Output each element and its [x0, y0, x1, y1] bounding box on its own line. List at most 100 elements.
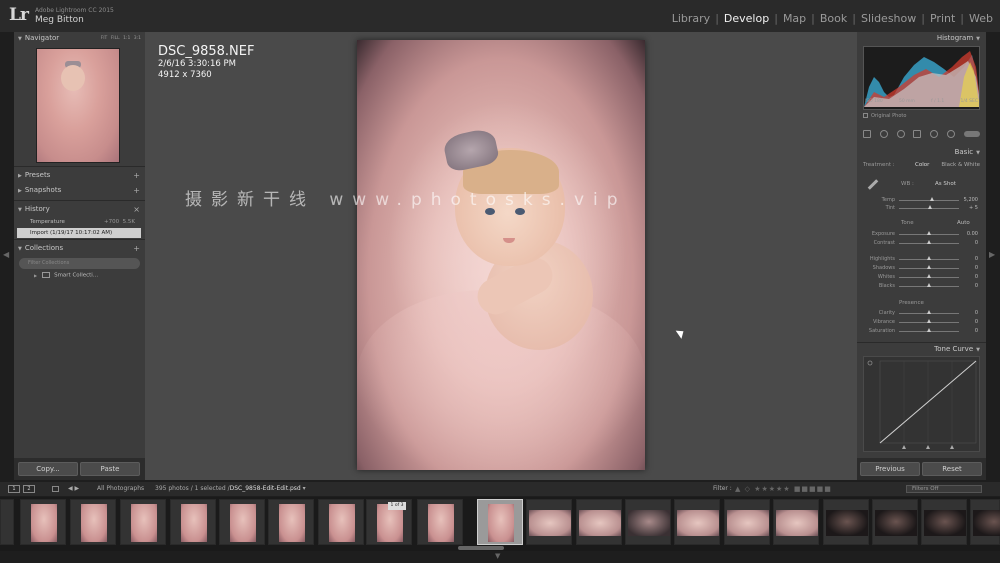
slider-handle[interactable]: [926, 231, 931, 235]
back-forward-arrows-icon[interactable]: ◀ ▶: [68, 482, 79, 496]
current-file-name[interactable]: DSC_9858-Edit-Edit.psd: [230, 485, 301, 492]
filmstrip-thumbnail[interactable]: [921, 499, 967, 545]
rating-filter-stars-icon[interactable]: ▲ ◇ ★★★★★ ■■■■■: [735, 482, 832, 496]
slider-temp[interactable]: Temp 5,200: [863, 196, 980, 204]
main-window-button[interactable]: 1: [8, 485, 20, 493]
red-eye-icon[interactable]: [896, 130, 905, 138]
previous-button[interactable]: Previous: [860, 462, 920, 476]
secondary-window-button[interactable]: 2: [23, 485, 35, 493]
slider-value[interactable]: 0: [975, 282, 978, 290]
graduated-filter-icon[interactable]: [913, 130, 922, 138]
module-develop[interactable]: Develop: [723, 12, 770, 25]
module-print[interactable]: Print: [929, 12, 956, 25]
filmstrip-thumbnail-selected[interactable]: [477, 499, 523, 545]
module-slideshow[interactable]: Slideshow: [860, 12, 917, 25]
module-map[interactable]: Map: [782, 12, 807, 25]
slider-exposure[interactable]: Exposure 0.00: [863, 230, 980, 238]
slider-blacks[interactable]: Blacks 0: [863, 282, 980, 290]
slider-handle[interactable]: [926, 265, 931, 269]
presets-header[interactable]: ▶ Presets +: [14, 169, 145, 182]
filmstrip-thumbnail[interactable]: [674, 499, 720, 545]
snapshots-header[interactable]: ▶ Snapshots +: [14, 184, 145, 197]
collections-header[interactable]: ▼ Collections +: [14, 242, 145, 255]
left-panel-toggle[interactable]: ◀: [0, 32, 14, 482]
slider-value[interactable]: 0: [975, 273, 978, 281]
filmstrip-thumbnail[interactable]: [219, 499, 265, 545]
slider-handle[interactable]: [926, 283, 931, 287]
image-canvas[interactable]: DSC_9858.NEF 2/6/16 3:30:16 PM 4912 x 73…: [145, 32, 857, 480]
user-name[interactable]: Meg Bitton: [35, 15, 84, 25]
radial-filter-icon[interactable]: [930, 130, 939, 138]
grid-view-icon[interactable]: [52, 486, 59, 492]
filmstrip-thumbnail[interactable]: [20, 499, 66, 545]
slider-value[interactable]: 0.00: [967, 230, 978, 238]
filmstrip-thumbnail[interactable]: [823, 499, 869, 545]
slider-handle[interactable]: [929, 197, 934, 201]
slider-value[interactable]: 0: [975, 318, 978, 326]
slider-handle[interactable]: [926, 310, 931, 314]
slider-tint[interactable]: Tint + 5: [863, 204, 980, 212]
plus-icon[interactable]: +: [133, 184, 140, 197]
slider-value[interactable]: 0: [975, 327, 978, 335]
wb-dropdown[interactable]: As Shot: [935, 181, 956, 187]
slider-value[interactable]: 0: [975, 239, 978, 247]
slider-saturation[interactable]: Saturation 0: [863, 327, 980, 335]
spot-removal-icon[interactable]: [879, 130, 888, 138]
treatment-bw-option[interactable]: Black & White: [941, 162, 980, 168]
filmstrip-thumbnail[interactable]: [70, 499, 116, 545]
filmstrip-source[interactable]: All Photographs: [97, 482, 144, 496]
navigator-header[interactable]: ▼ Navigator FIT FILL 1:1 3:1: [14, 32, 145, 45]
slider-handle[interactable]: [926, 240, 931, 244]
slider-vibrance[interactable]: Vibrance 0: [863, 318, 980, 326]
filter-preset-dropdown[interactable]: Filters Off: [906, 485, 982, 493]
slider-value[interactable]: + 5: [969, 204, 978, 212]
copy-button[interactable]: Copy...: [18, 462, 78, 476]
slider-handle[interactable]: [926, 256, 931, 260]
slider-highlights[interactable]: Highlights 0: [863, 255, 980, 263]
filmstrip-thumbnail[interactable]: [773, 499, 819, 545]
history-item-selected[interactable]: Import (1/19/17 10:17:02 AM): [17, 228, 141, 238]
slider-handle[interactable]: [926, 274, 931, 278]
reset-button[interactable]: Reset: [922, 462, 982, 476]
filmstrip-thumbnail[interactable]: [724, 499, 770, 545]
filmstrip-thumbnail[interactable]: [417, 499, 463, 545]
slider-value[interactable]: 0: [975, 264, 978, 272]
slider-contrast[interactable]: Contrast 0: [863, 239, 980, 247]
filmstrip-thumbnail[interactable]: [120, 499, 166, 545]
basic-header[interactable]: Basic ▼: [857, 146, 986, 158]
slider-value[interactable]: 5,200: [964, 196, 978, 204]
filmstrip-thumbnail[interactable]: [625, 499, 671, 545]
slider-handle[interactable]: [926, 328, 931, 332]
slider-value[interactable]: 0: [975, 309, 978, 317]
plus-icon[interactable]: +: [133, 169, 140, 182]
close-icon[interactable]: ×: [133, 203, 140, 216]
history-header[interactable]: ▼ History ×: [14, 203, 145, 216]
right-panel-toggle[interactable]: ▶: [986, 32, 1000, 482]
filmstrip-thumbnail[interactable]: [576, 499, 622, 545]
collection-filter-input[interactable]: Filter Collections: [19, 258, 140, 269]
filmstrip-thumbnail[interactable]: [526, 499, 572, 545]
module-web[interactable]: Web: [968, 12, 994, 25]
main-photo[interactable]: [357, 40, 645, 470]
navigator-preview[interactable]: [36, 48, 120, 163]
history-item[interactable]: Temperature +700 5.5K: [17, 217, 141, 227]
filmstrip-scrollbar[interactable]: [458, 546, 504, 550]
plus-icon[interactable]: +: [133, 242, 140, 255]
filmstrip-thumbnail[interactable]: [872, 499, 918, 545]
slider-clarity[interactable]: Clarity 0: [863, 309, 980, 317]
filmstrip-thumbnail[interactable]: [318, 499, 364, 545]
stack-count-badge[interactable]: 1 of 3: [388, 502, 406, 510]
eyedropper-icon[interactable]: [867, 179, 879, 190]
module-book[interactable]: Book: [819, 12, 848, 25]
adjustment-brush-icon[interactable]: [947, 130, 956, 138]
slider-handle[interactable]: [926, 319, 931, 323]
filmstrip-thumbnail[interactable]: [970, 499, 1000, 545]
tone-curve-graph[interactable]: [863, 356, 980, 452]
histogram-header[interactable]: Histogram ▼: [857, 32, 986, 44]
auto-tone-button[interactable]: Auto: [957, 220, 970, 226]
smart-collection-item[interactable]: ▶ Smart Collecti...: [34, 272, 98, 279]
treatment-color-option[interactable]: Color: [915, 162, 929, 168]
crop-tool-icon[interactable]: [863, 130, 871, 138]
filmstrip-thumbnail[interactable]: [0, 499, 14, 545]
filmstrip-toggle[interactable]: ▼: [0, 551, 1000, 563]
